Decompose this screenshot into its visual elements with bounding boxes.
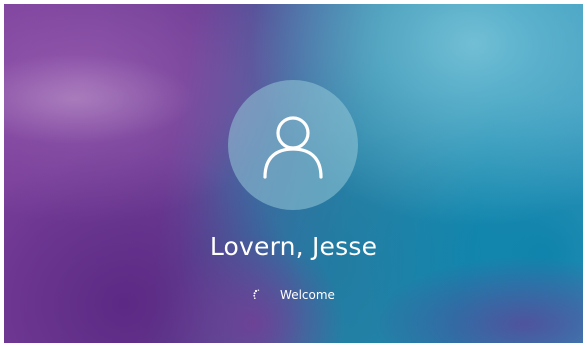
status-row: Welcome [4, 288, 583, 302]
lock-screen: Lovern, Jesse Welcome [4, 4, 583, 343]
user-name: Lovern, Jesse [209, 232, 378, 261]
loading-spinner-icon [253, 289, 260, 299]
screenshot-frame: Lovern, Jesse Welcome [0, 0, 587, 347]
user-silhouette-icon [263, 116, 323, 179]
status-text: Welcome [280, 288, 335, 302]
user-avatar [228, 80, 358, 210]
